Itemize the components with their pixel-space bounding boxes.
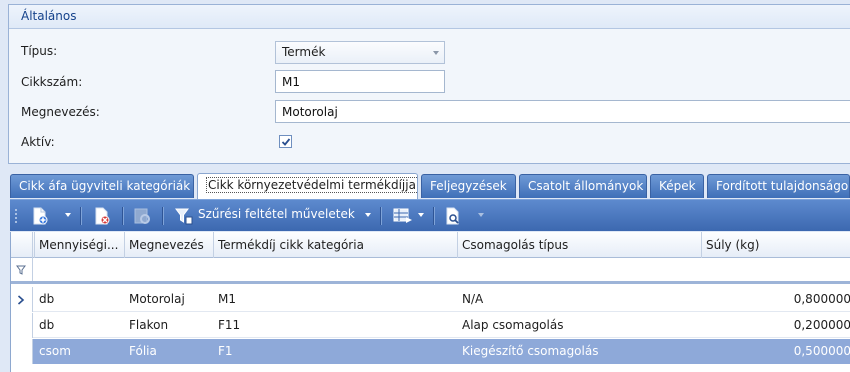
cell-packaging: Alap csomagolás xyxy=(462,318,564,332)
toolbar-separator xyxy=(380,207,381,225)
settings-icon[interactable] xyxy=(132,206,152,226)
cell-category: F11 xyxy=(218,318,241,332)
active-label: Aktív: xyxy=(21,135,55,149)
column-header-weight[interactable]: Súly (kg) xyxy=(701,232,850,258)
row-indicator[interactable] xyxy=(11,313,33,338)
tab-environmental-fees[interactable]: Cikk környezetvédelmi termékdíjjak xyxy=(197,173,418,199)
column-header-unit[interactable]: Mennyiségi... xyxy=(34,232,124,258)
cell-packaging: N/A xyxy=(462,292,484,306)
cell-weight: 0,200000 xyxy=(793,318,850,332)
checkmark-icon xyxy=(281,138,291,146)
table-row[interactable]: csom Fólia F1 Kiegészítő csomagolás 0,50… xyxy=(11,339,850,364)
auto-filter-row[interactable] xyxy=(11,258,850,284)
filter-icon[interactable] xyxy=(174,206,194,226)
environmental-fee-grid: Mennyiségi... Megnevezés Termékdíj cikk … xyxy=(10,232,850,372)
search-dropdown[interactable] xyxy=(478,213,484,217)
table-row[interactable]: db Motorolaj M1 N/A 0,800000 xyxy=(11,287,850,312)
header-indicator-cell xyxy=(11,232,33,258)
filter-indicator-cell xyxy=(11,258,33,281)
cell-unit: db xyxy=(39,292,55,306)
row-indicator[interactable] xyxy=(11,339,33,364)
grid-toolbar: Szűrési feltétel műveletek xyxy=(10,199,850,231)
column-header-category[interactable]: Termékdíj cikk kategória xyxy=(213,232,457,258)
tab-attachments[interactable]: Csatolt állományok xyxy=(519,174,647,198)
detail-tabs: Cikk áfa ügyviteli kategóriák Cikk körny… xyxy=(10,173,850,199)
tab-images[interactable]: Képek xyxy=(650,174,704,198)
cell-packaging: Kiegészítő csomagolás xyxy=(462,344,599,358)
chevron-down-icon[interactable] xyxy=(433,51,439,55)
cell-category: M1 xyxy=(218,292,236,306)
toolbar-separator xyxy=(433,207,434,225)
table-row[interactable]: db Flakon F11 Alap csomagolás 0,200000 xyxy=(11,313,850,338)
name-label: Megnevezés: xyxy=(21,105,100,119)
filter-icon xyxy=(16,265,26,275)
cell-unit: db xyxy=(39,318,55,332)
itemno-label: Cikkszám: xyxy=(21,75,83,89)
column-header-name[interactable]: Megnevezés xyxy=(124,232,213,258)
active-checkbox[interactable] xyxy=(279,135,292,148)
row-indicator[interactable] xyxy=(11,287,33,312)
itemno-field[interactable] xyxy=(275,70,445,93)
name-field[interactable] xyxy=(275,100,850,123)
current-row-arrow-icon xyxy=(17,295,25,305)
grid-header: Mennyiségi... Megnevezés Termékdíj cikk … xyxy=(11,232,850,258)
cell-unit: csom xyxy=(39,344,71,358)
filter-operations-dropdown[interactable] xyxy=(365,213,371,217)
delete-record-icon[interactable] xyxy=(92,206,112,226)
tab-notes[interactable]: Feljegyzések xyxy=(421,174,516,198)
cell-name: Motorolaj xyxy=(129,292,185,306)
new-record-icon[interactable] xyxy=(30,206,50,226)
cell-weight: 0,500000 xyxy=(793,344,850,358)
toolbar-separator xyxy=(162,207,163,225)
cell-name: Fólia xyxy=(129,344,157,358)
tab-translated-properties[interactable]: Fordított tulajdonságok xyxy=(707,174,850,198)
toolbar-separator xyxy=(80,207,81,225)
filter-operations-button[interactable]: Szűrési feltétel műveletek xyxy=(198,207,355,221)
type-combo-value: Termék xyxy=(282,45,326,59)
cell-name: Flakon xyxy=(129,318,169,332)
tab-vat-categories[interactable]: Cikk áfa ügyviteli kategóriák xyxy=(10,174,194,198)
columns-dropdown[interactable] xyxy=(418,213,424,217)
toolbar-separator xyxy=(122,207,123,225)
search-icon[interactable] xyxy=(444,206,464,226)
general-panel-title: Általános xyxy=(9,5,850,29)
column-header-packaging[interactable]: Csomagolás típus xyxy=(457,232,701,258)
toolbar-grip[interactable] xyxy=(15,208,17,224)
cell-category: F1 xyxy=(218,344,233,358)
general-panel: Általános Típus: Termék Cikkszám: Megnev… xyxy=(8,4,850,164)
type-combo[interactable]: Termék xyxy=(275,41,445,64)
cell-weight: 0,800000 xyxy=(793,292,850,306)
type-label: Típus: xyxy=(21,44,58,58)
new-record-dropdown[interactable] xyxy=(65,213,71,217)
columns-icon[interactable] xyxy=(392,206,414,226)
